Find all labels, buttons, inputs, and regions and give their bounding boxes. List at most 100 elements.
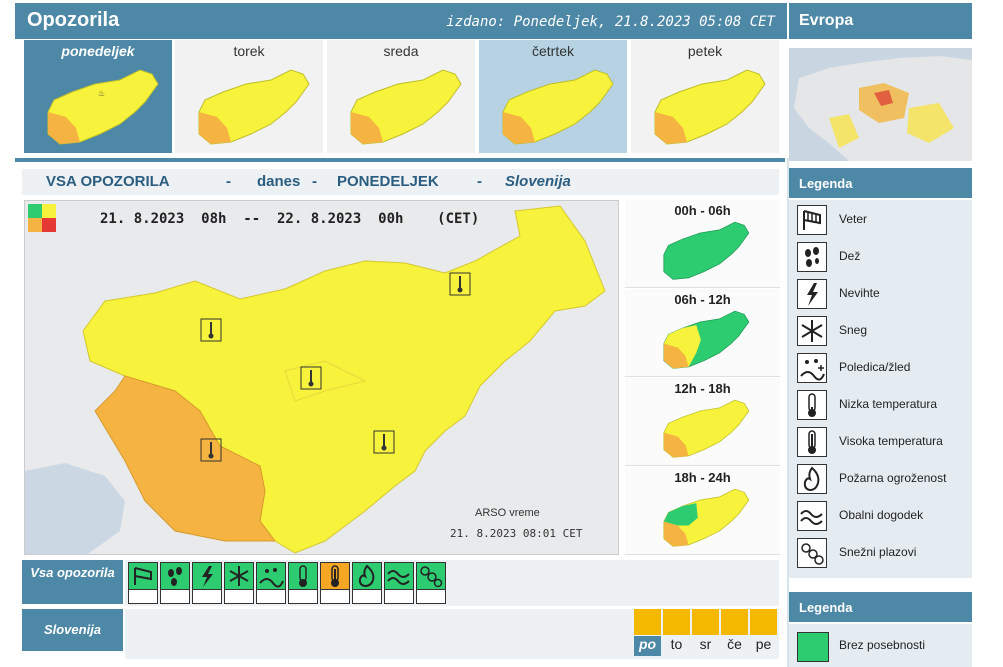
lightning-icon[interactable] (192, 562, 222, 590)
mini-day-label[interactable]: to (663, 636, 690, 656)
legend-item: Dež (797, 239, 972, 275)
time-slot-map (663, 399, 750, 458)
type-status-box (288, 590, 318, 604)
map-period: 21. 8.2023 08h -- 22. 8.2023 00h (CET) (100, 211, 480, 227)
legend-item: Sneg (797, 313, 972, 349)
region-text: Slovenija (43, 622, 102, 637)
all-warnings-label: Vsa opozorila (22, 560, 123, 604)
mini-day-label[interactable]: po (634, 636, 661, 656)
rain-icon[interactable] (160, 562, 190, 590)
time-slot-map (663, 310, 750, 369)
section-title: VSA OPOZORILA (46, 173, 170, 190)
region-days-bar: po to sr če pe (125, 609, 779, 659)
time-slot-00-06[interactable]: 00h - 06h (625, 200, 780, 288)
day-tab-ponedeljek[interactable]: ponedeljek ♨ (24, 40, 172, 153)
legend-item: Nevihte (797, 276, 972, 312)
section-dash: - (226, 173, 231, 190)
section-header: VSA OPOZORILA - danes - PONEDELJEK - Slo… (22, 169, 779, 195)
type-status-box (352, 590, 382, 604)
type-status-box (256, 590, 286, 604)
lightning-icon (797, 279, 827, 309)
day-tab-torek[interactable]: torek (175, 40, 323, 153)
wind-icon (797, 205, 827, 235)
day-tab-cetrtek[interactable]: četrtek (479, 40, 627, 153)
issued-timestamp: izdano: Ponedeljek, 21.8.2023 05:08 CET (446, 14, 775, 30)
mini-day-warning-box[interactable] (692, 609, 719, 635)
mini-day-warning-box[interactable] (634, 609, 661, 635)
legend-item-label: Obalni dogodek (839, 508, 924, 522)
day-tab-label: četrtek (531, 43, 574, 59)
legend-item: Poledica/žled (797, 350, 972, 386)
slovenia-map (25, 201, 618, 554)
type-status-box (224, 590, 254, 604)
fire-icon (797, 464, 827, 494)
day-map-thumbnail: ♨ (47, 69, 159, 145)
day-tab-label: sreda (383, 43, 419, 59)
thermometer-high-icon[interactable] (320, 562, 350, 590)
day-tab-sreda[interactable]: sreda (327, 40, 475, 153)
legend-item: Snežni plazovi (797, 535, 972, 571)
type-status-box (416, 590, 446, 604)
header-separator (15, 158, 785, 162)
day-tab-label: torek (233, 43, 265, 59)
avalanche-icon[interactable] (416, 562, 446, 590)
legend-item-label: Dež (839, 249, 861, 263)
day-map-thumbnail (198, 69, 310, 145)
thermometer-low-icon (797, 390, 827, 420)
legend-item-label: Nevihte (839, 286, 880, 300)
wave-icon[interactable] (384, 562, 414, 590)
section-dash: - (477, 173, 482, 190)
day-tab-label: ponedeljek (61, 43, 135, 59)
mini-day-warning-box[interactable] (750, 609, 777, 635)
section-when: danes (257, 173, 301, 190)
legend-item-label: Poledica/žled (839, 360, 911, 374)
europe-header[interactable]: Evropa (789, 3, 972, 39)
europe-map-thumbnail[interactable] (789, 48, 972, 161)
snowflake-icon[interactable] (224, 562, 254, 590)
time-slot-06-12[interactable]: 06h - 12h (625, 289, 780, 377)
legend-panel-2: Brez posebnosti (789, 624, 972, 667)
svg-text:♨: ♨ (98, 89, 105, 98)
map-source: ARSO vreme (475, 507, 540, 519)
mini-day-warning-box[interactable] (663, 609, 690, 635)
snowflake-icon (797, 316, 827, 346)
fire-icon[interactable] (352, 562, 382, 590)
type-status-box (192, 590, 222, 604)
time-slot-map (663, 221, 750, 280)
wind-icon[interactable] (128, 562, 158, 590)
header-bar: Opozorila izdano: Ponedeljek, 21.8.2023 … (15, 3, 787, 39)
type-status-box (160, 590, 190, 604)
mini-day-label[interactable]: če (721, 636, 748, 656)
day-map-thumbnail (350, 69, 462, 145)
legend-item-label: Nizka temperatura (839, 397, 938, 411)
avalanche-icon (797, 538, 827, 568)
rain-icon (797, 242, 827, 272)
thermometer-low-icon[interactable] (288, 562, 318, 590)
mini-day-label[interactable]: sr (692, 636, 719, 656)
legend-item: Veter (797, 202, 972, 238)
warning-type-bar (125, 560, 779, 606)
type-status-box (128, 590, 158, 604)
main-warning-map[interactable]: 21. 8.2023 08h -- 22. 8.2023 00h (CET) A… (24, 200, 619, 555)
day-tab-label: petek (687, 43, 723, 59)
legend-title: Legenda (799, 600, 853, 615)
ice-icon[interactable] (256, 562, 286, 590)
legend-panel: Veter Dež Nevihte Sneg Poledica/žled Niz… (789, 200, 972, 578)
europe-title: Evropa (799, 12, 854, 29)
mini-day-label[interactable]: pe (750, 636, 777, 656)
wave-icon (797, 501, 827, 531)
day-tab-petek[interactable]: petek (631, 40, 779, 153)
section-day: PONEDELJEK (337, 173, 439, 190)
mini-day-warning-box[interactable] (721, 609, 748, 635)
day-map-thumbnail (502, 69, 614, 145)
all-warnings-text: Vsa opozorila (30, 565, 115, 580)
ice-icon (797, 353, 827, 383)
legend-item: Visoka temperatura (797, 424, 972, 460)
legend-item-label: Snežni plazovi (839, 545, 917, 559)
time-slot-12-18[interactable]: 12h - 18h (625, 378, 780, 466)
section-region: Slovenija (505, 173, 571, 190)
legend-item-label: Brez posebnosti (839, 638, 926, 652)
legend-item: Obalni dogodek (797, 498, 972, 534)
type-status-box (320, 590, 350, 604)
time-slot-18-24[interactable]: 18h - 24h (625, 467, 780, 555)
